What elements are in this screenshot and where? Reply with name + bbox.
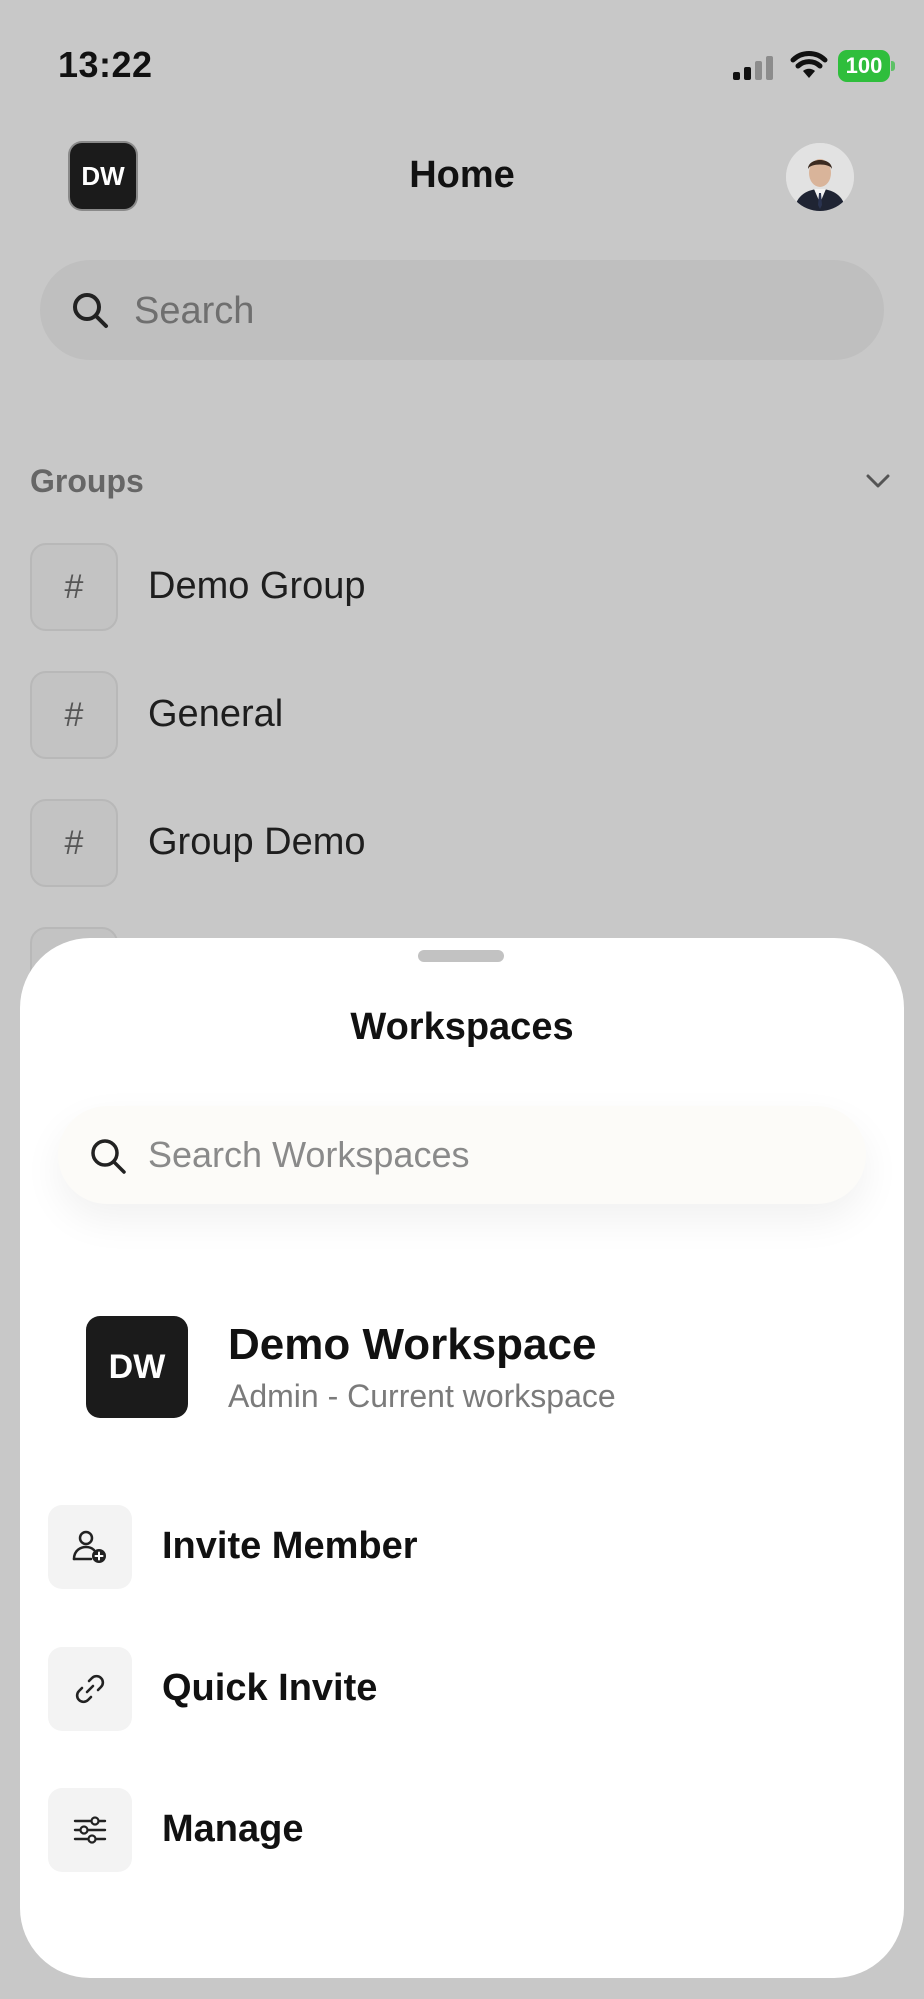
current-workspace-role: Admin - Current workspace xyxy=(228,1378,616,1414)
chevron-down-icon[interactable] xyxy=(865,468,891,494)
cellular-signal-icon xyxy=(733,56,773,80)
search-bar[interactable]: Search xyxy=(40,260,884,360)
group-name: Group Demo xyxy=(148,821,366,863)
battery-level: 100 xyxy=(838,50,890,82)
invite-member-button[interactable]: Invite Member xyxy=(48,1505,868,1591)
group-name: Demo Group xyxy=(148,565,366,607)
sheet-grabber[interactable] xyxy=(418,950,504,962)
manage-label: Manage xyxy=(162,1808,304,1850)
quick-invite-label: Quick Invite xyxy=(162,1667,378,1709)
workspace-search-input[interactable]: Search Workspaces xyxy=(58,1106,866,1204)
search-icon xyxy=(73,293,108,328)
hash-icon: # xyxy=(30,671,118,759)
current-workspace-name[interactable]: Demo Workspace xyxy=(228,1320,596,1370)
sheet-title: Workspaces xyxy=(350,1006,574,1048)
add-user-icon xyxy=(72,1530,106,1563)
quick-invite-button[interactable]: Quick Invite xyxy=(48,1647,868,1733)
search-placeholder: Search xyxy=(134,290,255,332)
search-icon xyxy=(91,1139,126,1174)
workspace-search-placeholder: Search Workspaces xyxy=(148,1134,470,1175)
group-item-group-demo[interactable]: # Group Demo xyxy=(30,799,890,889)
status-time: 13:22 xyxy=(58,44,153,85)
current-workspace-badge[interactable]: DW xyxy=(86,1316,188,1418)
group-name: General xyxy=(148,693,284,735)
sliders-icon xyxy=(73,1816,107,1844)
hash-icon: # xyxy=(30,543,118,631)
invite-member-label: Invite Member xyxy=(162,1525,418,1567)
battery-icon: 100 xyxy=(838,50,896,82)
profile-photo-icon xyxy=(786,143,854,211)
group-item-general[interactable]: # General xyxy=(30,671,890,761)
hash-icon: # xyxy=(30,799,118,887)
wifi-icon xyxy=(790,51,828,78)
group-item-demo-group[interactable]: # Demo Group xyxy=(30,543,890,633)
avatar[interactable] xyxy=(786,143,854,211)
groups-section-label: Groups xyxy=(30,463,144,499)
link-icon xyxy=(75,1674,105,1704)
manage-button[interactable]: Manage xyxy=(48,1788,868,1874)
